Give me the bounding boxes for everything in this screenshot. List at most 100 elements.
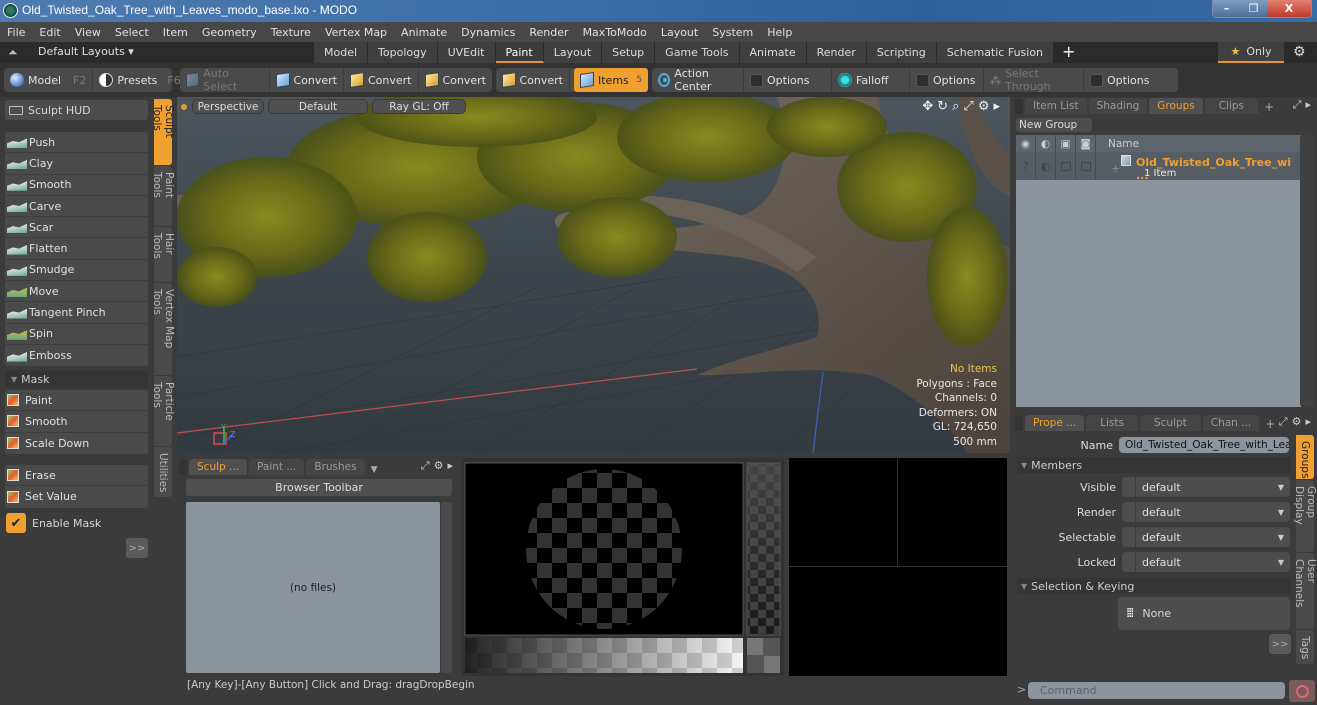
brush-preview[interactable] [462,458,784,676]
expand-panel-icon[interactable]: ⤢ [1279,415,1288,429]
add-tab-button[interactable]: + [1260,100,1278,114]
menu-select[interactable]: Select [108,26,156,39]
viewport-menu-arrow-icon[interactable]: ▸ [993,99,1000,114]
tool-spin[interactable]: Spin [5,324,148,345]
viewport-settings-icon[interactable]: ⚙ [978,99,990,114]
action-center-options-button[interactable]: Options [744,68,832,92]
maximize-viewport-icon[interactable]: ⤢ [963,99,973,114]
tool-smooth[interactable]: Smooth [5,175,148,196]
sculpt-hud-button[interactable]: Sculpt HUD [5,100,148,120]
tab-channels[interactable]: Chan ... [1202,415,1260,431]
tool-push[interactable]: Push [5,132,148,154]
view-type-dropdown[interactable]: Perspective [192,99,264,114]
tab-clips[interactable]: Clips [1204,98,1259,114]
channel-lock-icon[interactable] [1122,552,1136,572]
expand-panel-icon[interactable]: ⤢ [1293,98,1302,112]
panel-settings-icon[interactable]: ⚙ [434,459,444,473]
shading-dropdown[interactable]: Default [268,99,368,114]
checkbox-checked-icon[interactable]: ✔ [6,513,26,533]
locked-dropdown[interactable]: default ▼ [1122,552,1290,572]
layout-tab-layout[interactable]: Layout [543,42,603,63]
default-layouts-dropdown[interactable]: Default Layouts ▾ [38,45,134,58]
tool-emboss[interactable]: Emboss [5,345,148,366]
more-tools-button[interactable]: >> [126,538,148,558]
vtab-particle-tools[interactable]: Particle Tools [151,376,175,446]
selection-keying-section-header[interactable]: ▼ Selection & Keying [1017,578,1291,594]
action-center-button[interactable]: Action Center [652,67,744,93]
maximize-button[interactable]: ❐ [1240,0,1267,17]
layout-tab-render[interactable]: Render [806,42,867,63]
panel-settings-icon[interactable]: ⚙ [1292,415,1302,429]
browser-scrollbar[interactable] [441,502,452,673]
model-button[interactable]: Model F2 [4,68,94,92]
browser-toolbar-button[interactable]: Browser Toolbar [186,479,452,496]
add-layout-tab-button[interactable]: + [1054,42,1083,63]
panel-menu-arrow-icon[interactable]: ▸ [1305,98,1311,112]
render-column-camera-icon[interactable]: ◐ [1036,135,1056,152]
tab-paint-presets[interactable]: Paint ... [249,459,305,475]
expand-panel-icon[interactable]: ⤢ [421,459,430,473]
lock-toggle-icon[interactable] [1076,152,1096,180]
new-group-button[interactable]: New Group [1016,118,1092,132]
select-members-button[interactable]: ⁞⁞⁞ None [1118,597,1290,630]
record-macro-button[interactable] [1289,680,1315,702]
menu-maxtomodo[interactable]: MaxToModo [576,26,654,39]
panel-grip[interactable] [1015,98,1023,114]
close-button[interactable]: X [1267,0,1311,17]
channel-lock-icon[interactable] [1122,477,1136,497]
convert-edges-button[interactable]: Convert [344,68,419,92]
menu-animate[interactable]: Animate [394,26,454,39]
menu-view[interactable]: View [68,26,108,39]
panel-menu-arrow-icon[interactable]: ▸ [1305,415,1311,429]
lock-column-icon[interactable]: ◙ [1076,135,1096,152]
auto-select-button[interactable]: Auto Select [180,67,270,93]
layout-tab-animate[interactable]: Animate [739,42,807,63]
menu-edit[interactable]: Edit [32,26,67,39]
minimize-button[interactable]: – [1213,0,1240,17]
select-column-icon[interactable]: ▣ [1056,135,1076,152]
vtab-paint-tools[interactable]: Paint Tools [151,166,175,226]
vtab-utilities[interactable]: Utilities [154,447,172,497]
tab-groups[interactable]: Groups [1149,98,1203,114]
tool-flatten[interactable]: Flatten [5,238,148,260]
menu-file[interactable]: File [0,26,32,39]
tab-properties[interactable]: Prope ... [1025,415,1085,431]
tab-sculpt[interactable]: Sculpt [1139,415,1201,431]
layout-tab-scripting[interactable]: Scripting [866,42,937,63]
menu-system[interactable]: System [705,26,760,39]
falloff-button[interactable]: Falloff [832,68,910,92]
menu-texture[interactable]: Texture [264,26,318,39]
tool-move[interactable]: Move [5,281,148,303]
mask-tool-set-value[interactable]: Set Value [5,486,148,507]
menu-dynamics[interactable]: Dynamics [454,26,522,39]
layout-tab-model[interactable]: Model [314,42,369,63]
tool-scar[interactable]: Scar [5,217,148,239]
groups-scrollbar[interactable] [1300,135,1314,407]
tab-sculpt-presets[interactable]: Sculp ... [189,459,248,475]
mask-tool-paint[interactable]: Paint [5,390,148,412]
menu-layout[interactable]: Layout [654,26,705,39]
visibility-toggle-icon[interactable]: ? [1016,152,1036,180]
menu-render[interactable]: Render [522,26,575,39]
items-mode-button[interactable]: Items 5 [574,68,648,92]
vtab-groups[interactable]: Groups [1296,435,1314,479]
channel-lock-icon[interactable] [1122,502,1136,522]
rotate-icon[interactable]: ↻ [937,99,948,114]
visible-dropdown[interactable]: default ▼ [1122,477,1290,497]
3d-viewport[interactable]: Y Z Perspective Default Ray GL: Off ✥ ↻ … [177,97,1010,453]
layout-tab-setup[interactable]: Setup [602,42,656,63]
mask-tool-smooth[interactable]: Smooth [5,411,148,433]
tabs-overflow-arrow-icon[interactable]: ▼ [367,465,382,475]
menu-vertex-map[interactable]: Vertex Map [318,26,394,39]
viewport-status-dot[interactable] [180,102,188,111]
menu-help[interactable]: Help [760,26,799,39]
name-column-header[interactable]: Name [1096,138,1139,150]
select-toggle-icon[interactable] [1056,152,1076,180]
mask-tool-erase[interactable]: Erase [5,465,148,487]
panel-grip[interactable] [179,459,187,475]
vtab-user-channels[interactable]: User Channels [1293,553,1317,629]
falloff-options-button[interactable]: Options [910,68,984,92]
zoom-icon[interactable]: ⌕ [952,99,959,114]
layout-tab-topology[interactable]: Topology [368,42,438,63]
render-toggle-icon[interactable]: ◐ [1036,152,1056,180]
